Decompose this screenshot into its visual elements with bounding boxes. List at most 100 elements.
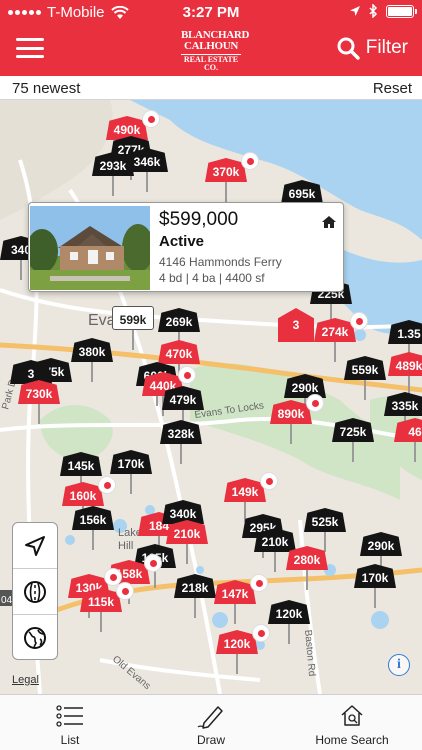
filter-button[interactable]: Filter (336, 36, 408, 60)
tab-list-label: List (60, 733, 80, 747)
pin-stem (38, 404, 40, 424)
listing-price-pin-label: 170k (110, 450, 152, 474)
pin-stem (236, 654, 238, 674)
pin-stem (92, 530, 94, 550)
listing-price-pin[interactable]: 730k (18, 380, 60, 426)
listing-price-pin-label: 156k (72, 506, 114, 530)
menu-icon-line (16, 55, 44, 58)
listing-price-pin[interactable]: 156k (72, 506, 114, 552)
pencil-icon (197, 706, 223, 729)
satellite-map-button[interactable] (13, 615, 57, 661)
listing-price-pin[interactable]: 218k (174, 574, 216, 620)
listing-price-pin-label: 599k (112, 306, 154, 330)
listing-price-pin-label: 170k (354, 564, 396, 588)
house-icon[interactable] (321, 215, 337, 229)
pin-stem (414, 442, 416, 462)
results-bar: 75 newest Reset (0, 76, 422, 100)
listing-price-pin[interactable]: 599k (112, 306, 154, 352)
filter-label: Filter (365, 37, 408, 58)
listing-price-pin-label: 293k (92, 152, 134, 176)
pin-stem (306, 570, 308, 590)
open-house-dot-icon (98, 476, 116, 494)
listing-price-pin[interactable]: 147k (214, 574, 268, 626)
pin-stem (146, 172, 148, 192)
listing-price-pin[interactable]: 120k (216, 624, 270, 676)
bluetooth-icon (369, 4, 378, 18)
map-view[interactable]: Evans Evans To Locks Baston Rd Old Evans… (0, 100, 422, 694)
listing-price-pin-label: 210k (166, 520, 208, 544)
listing-price-pin-label: 328k (160, 420, 202, 444)
open-house-dot-icon (144, 554, 162, 572)
listing-price-pin[interactable]: 890k (270, 394, 324, 446)
pin-stem (290, 424, 292, 444)
signal-strength-icon (8, 10, 41, 15)
listing-price-pin[interactable]: 328k (160, 420, 202, 466)
tab-list[interactable]: List (15, 695, 125, 750)
open-house-dot-icon (260, 472, 278, 490)
tab-draw[interactable]: Draw (156, 695, 266, 750)
road-globe-icon (24, 580, 46, 603)
listing-status: Active (159, 233, 205, 250)
pin-stem (374, 588, 376, 608)
current-location-button[interactable] (13, 523, 57, 569)
globe-icon (24, 627, 46, 649)
list-icon (56, 705, 83, 727)
listing-specs: 4 bd | 4 ba | 4400 sf (159, 271, 265, 285)
listing-price-pin[interactable]: 559k (344, 356, 386, 402)
pin-stem (91, 362, 93, 382)
search-icon (337, 37, 360, 60)
nav-bar: BLANCHARD CALHOUN REAL ESTATE CO. Filter (0, 24, 422, 76)
open-house-dot-icon (241, 152, 259, 170)
map-info-button[interactable]: i (388, 654, 410, 676)
brand-logo: BLANCHARD CALHOUN REAL ESTATE CO. (181, 30, 250, 72)
listing-price-pin-label: 730k (18, 380, 60, 404)
open-house-dot-icon (306, 394, 324, 412)
listing-price-pin[interactable]: 120k (268, 600, 310, 646)
brand-logo-line: CALHOUN (183, 40, 239, 52)
listing-price-pin[interactable]: 170k (354, 564, 396, 610)
listing-price-pin[interactable]: 380k (71, 338, 113, 384)
open-house-dot-icon (250, 574, 268, 592)
tab-bar: List Draw Home Search (0, 694, 422, 750)
listing-price-pin[interactable]: 293k (92, 152, 134, 198)
pin-stem (225, 182, 227, 202)
menu-button[interactable] (16, 36, 44, 60)
listing-photo[interactable] (30, 206, 150, 290)
listing-price-pin[interactable]: 170k (110, 450, 152, 496)
open-house-dot-icon (252, 624, 270, 642)
pin-stem (186, 544, 188, 564)
open-house-dot-icon (142, 110, 160, 128)
pin-stem (288, 624, 290, 644)
tab-home-search[interactable]: Home Search (297, 695, 407, 750)
listing-callout[interactable]: $599,000 Active 4146 Hammonds Ferry 4 bd… (28, 202, 344, 292)
legal-link[interactable]: Legal (12, 674, 39, 686)
listing-price-pin[interactable]: 115k (80, 582, 134, 634)
pin-stem (20, 260, 22, 280)
area-label-hill: Hill (118, 540, 133, 552)
listing-price-pin-label: 335k (384, 392, 422, 416)
listing-price-pin-label: 145k (60, 452, 102, 476)
wifi-icon (110, 5, 129, 19)
open-house-dot-icon (116, 582, 134, 600)
listing-price-pin-label: 1.35 (388, 320, 422, 344)
route-shield-label: 04 (1, 595, 13, 606)
brand-logo-tagline: REAL ESTATE CO. (181, 54, 241, 72)
listing-price-pin-label: 489k (388, 352, 422, 376)
pin-stem (234, 604, 236, 624)
reset-button[interactable]: Reset (373, 80, 412, 97)
listing-price-pin[interactable]: 46 (394, 418, 422, 464)
listing-price-pin[interactable]: 280k (286, 546, 328, 592)
listing-price-pin-label: 479k (162, 386, 204, 410)
listing-price-pin-label: 280k (286, 546, 328, 570)
listing-price-pin[interactable]: 370k (205, 152, 259, 204)
status-icons (349, 4, 417, 18)
road-map-button[interactable] (13, 569, 57, 615)
listing-price-pin-label: 525k (304, 508, 346, 532)
open-house-dot-icon (350, 312, 368, 330)
listing-price: $599,000 (159, 209, 239, 230)
listing-price-pin-label: 46 (394, 418, 422, 442)
listing-price-pin-label: 120k (268, 600, 310, 624)
status-bar: T-Mobile 3:27 PM (0, 0, 422, 24)
listing-price-pin[interactable]: 725k (332, 418, 374, 464)
carrier-name: T-Mobile (47, 4, 105, 21)
